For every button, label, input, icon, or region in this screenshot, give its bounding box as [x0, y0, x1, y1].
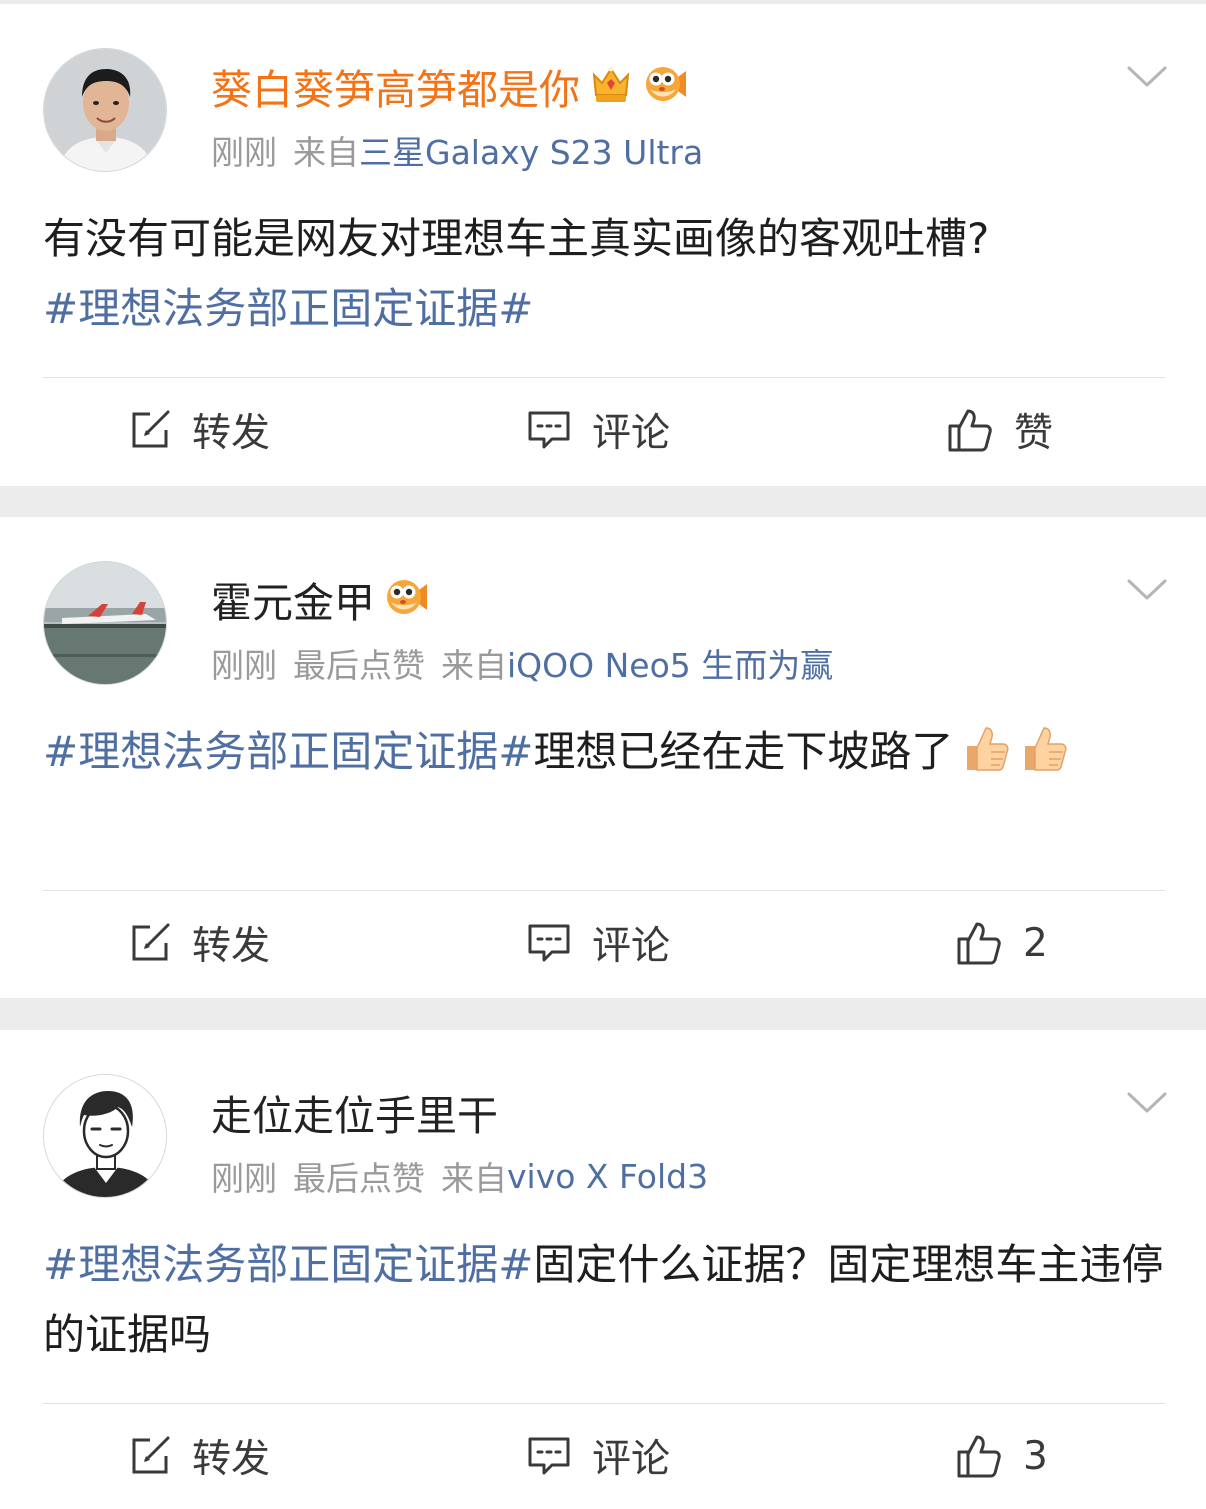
repost-label: 转发: [192, 411, 271, 456]
repost-button[interactable]: 转发: [128, 913, 270, 973]
user-name[interactable]: 走位走位手里干: [211, 1082, 498, 1142]
avatar[interactable]: [43, 1074, 167, 1198]
post-meta: 刚刚 来自 三星Galaxy S23 Ultra: [211, 128, 703, 172]
user-row: 走位走位手里干: [211, 1084, 498, 1140]
thumbs-up-emoji: [1017, 722, 1069, 774]
comment-label: 评论: [592, 411, 671, 456]
repost-label: 转发: [192, 924, 271, 969]
comment-icon: [526, 408, 572, 452]
thumbs-up-icon: [946, 406, 994, 454]
comment-icon: [526, 1434, 572, 1478]
like-count: 3: [1023, 1433, 1048, 1479]
avatar[interactable]: [43, 561, 167, 685]
repost-icon: [128, 1434, 172, 1478]
repost-button[interactable]: 转发: [128, 1426, 270, 1486]
like-button[interactable]: 2: [955, 913, 1048, 973]
topic-link[interactable]: #理想法务部正固定证据#: [43, 1240, 533, 1289]
chevron-down-icon[interactable]: [1126, 577, 1168, 603]
weibo-comment-feed: 葵白葵笋高笋都是你 刚刚 来自 三星Galaxy S23 Ultra 有没有可能…: [0, 0, 1206, 1509]
repost-button[interactable]: 转发: [128, 400, 270, 460]
thumbs-up-icon: [955, 1432, 1003, 1480]
comment-button[interactable]: 评论: [526, 400, 670, 460]
source-prefix: 来自: [441, 1159, 507, 1198]
like-button[interactable]: 赞: [946, 400, 1053, 460]
thumbs-up-icon: [955, 919, 1003, 967]
post-text: 有没有可能是网友对理想车主真实画像的客观吐槽?: [43, 214, 990, 263]
crown-icon[interactable]: [588, 61, 634, 111]
repost-icon: [128, 921, 172, 965]
timestamp: 刚刚: [211, 1159, 277, 1198]
user-name[interactable]: 霍元金甲: [211, 569, 375, 629]
user-row: 霍元金甲: [211, 571, 429, 627]
last-like-label: 最后点赞: [293, 1159, 425, 1198]
device-name[interactable]: iQOO Neo5 生而为赢: [507, 639, 833, 687]
post-card: 葵白葵笋高笋都是你 刚刚 来自 三星Galaxy S23 Ultra 有没有可能…: [0, 4, 1206, 486]
post-meta: 刚刚 最后点赞 来自 iQOO Neo5 生而为赢: [211, 641, 833, 685]
repost-icon: [128, 408, 172, 452]
repost-label: 转发: [192, 1437, 271, 1482]
divider: [43, 377, 1165, 378]
comment-label: 评论: [592, 1437, 671, 1482]
divider: [43, 890, 1165, 891]
last-like-label: 最后点赞: [293, 646, 425, 685]
source-prefix: 来自: [293, 133, 359, 172]
divider: [43, 1403, 1165, 1404]
comment-label: 评论: [592, 924, 671, 969]
topic-link[interactable]: #理想法务部正固定证据#: [43, 284, 533, 333]
user-row: 葵白葵笋高笋都是你: [211, 58, 688, 114]
timestamp: 刚刚: [211, 133, 277, 172]
device-name[interactable]: 三星Galaxy S23 Ultra: [359, 126, 703, 174]
post-content: 有没有可能是网友对理想车主真实画像的客观吐槽? #理想法务部正固定证据#: [43, 204, 1168, 344]
chevron-down-icon[interactable]: [1126, 1090, 1168, 1116]
avatar[interactable]: [43, 48, 167, 172]
post-text: 理想已经在走下坡路了: [533, 727, 954, 776]
chevron-down-icon[interactable]: [1126, 64, 1168, 90]
source-prefix: 来自: [441, 646, 507, 685]
post-card: 霍元金甲 刚刚 最后点赞 来自 iQOO Neo5 生而为赢 #理想法务部正固定…: [0, 517, 1206, 998]
pufferfish-icon[interactable]: [642, 61, 688, 111]
like-label: 赞: [1014, 411, 1054, 456]
like-count: 2: [1023, 920, 1048, 966]
comment-icon: [526, 921, 572, 965]
post-content: #理想法务部正固定证据#理想已经在走下坡路了: [43, 717, 1123, 787]
topic-link[interactable]: #理想法务部正固定证据#: [43, 727, 533, 776]
post-content: #理想法务部正固定证据#固定什么证据？固定理想车主违停的证据吗: [43, 1230, 1168, 1370]
timestamp: 刚刚: [211, 646, 277, 685]
post-meta: 刚刚 最后点赞 来自 vivo X Fold3: [211, 1154, 708, 1199]
comment-button[interactable]: 评论: [526, 913, 670, 973]
user-name[interactable]: 葵白葵笋高笋都是你: [211, 56, 580, 116]
comment-button[interactable]: 评论: [526, 1426, 670, 1486]
pufferfish-icon[interactable]: [383, 574, 429, 624]
like-button[interactable]: 3: [955, 1426, 1048, 1486]
device-name[interactable]: vivo X Fold3: [507, 1157, 708, 1196]
post-card: 走位走位手里干 刚刚 最后点赞 来自 vivo X Fold3 #理想法务部正固…: [0, 1030, 1206, 1509]
thumbs-up-emoji: [959, 722, 1011, 774]
